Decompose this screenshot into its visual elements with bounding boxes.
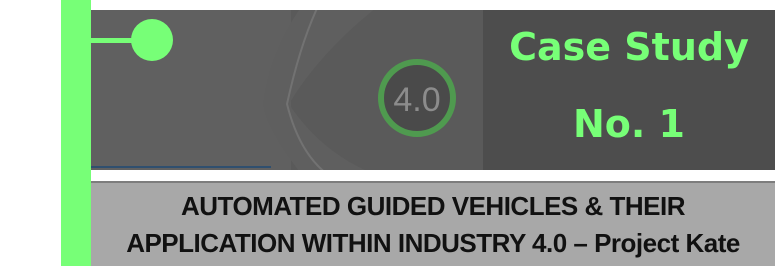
case-study-number: No. 1	[572, 102, 685, 146]
case-study-title: Case Study	[509, 25, 749, 69]
project-subtitle-line-2: APPLICATION WITHIN INDUSTRY 4.0 – Projec…	[126, 228, 740, 258]
banner-bottom-rule	[91, 166, 271, 168]
accent-bar	[61, 0, 91, 266]
project-subtitle-line-1: AUTOMATED GUIDED VEHICLES & THEIR	[180, 191, 686, 221]
project-subtitle-box: AUTOMATED GUIDED VEHICLES & THEIR APPLIC…	[91, 181, 775, 266]
case-study-panel: Case Study No. 1	[483, 10, 775, 170]
badge-text: 4.0	[393, 81, 440, 119]
timeline-node-icon	[131, 19, 173, 61]
